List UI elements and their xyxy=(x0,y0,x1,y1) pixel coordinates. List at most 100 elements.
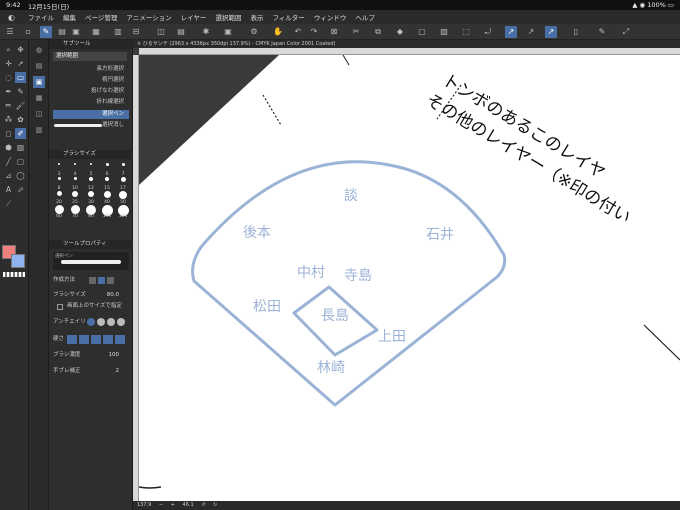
subtool-selection-eraser[interactable]: 選択消し xyxy=(53,121,129,130)
grid-icon[interactable]: ▤ xyxy=(175,26,187,38)
color-wheel-icon[interactable]: ◍ xyxy=(33,44,45,56)
move-tool-icon[interactable]: ✛ xyxy=(3,58,14,69)
menu-help[interactable]: ヘルプ xyxy=(355,12,375,22)
zoom-tool-icon[interactable]: ⌕ xyxy=(3,44,14,55)
canvas-workspace[interactable]: トンボのあるこのレイヤ その他のレイヤー（※印の付い 談 後本 石井 中村 寺島… xyxy=(138,54,680,501)
brush-size-option[interactable]: 20 xyxy=(53,191,65,205)
brush-size-option[interactable]: 30 xyxy=(85,191,97,205)
navigator-icon[interactable]: ◫ xyxy=(33,108,45,120)
brush-size-option[interactable]: 120 xyxy=(117,205,129,219)
brush-tool-icon[interactable]: 🖌 xyxy=(15,100,26,111)
stroke-b-icon[interactable]: ↗ xyxy=(525,26,537,38)
zoom-value[interactable]: 137.9 xyxy=(137,502,151,508)
menu-window[interactable]: ウィンドウ xyxy=(314,12,347,22)
color-slider-icon[interactable]: ▤ xyxy=(33,60,45,72)
menu-layer[interactable]: レイヤー xyxy=(181,12,207,22)
brush-size-option[interactable]: 17 xyxy=(117,177,129,191)
brushsize-row[interactable]: ブラシサイズ 80.0 xyxy=(53,291,131,300)
camera-icon[interactable]: ◫ xyxy=(155,26,167,38)
save-icon[interactable]: ▣ xyxy=(70,26,82,38)
clear-icon[interactable]: ⊠ xyxy=(328,26,340,38)
transparent-color-swatch[interactable] xyxy=(3,272,25,277)
new-icon[interactable]: ▫ xyxy=(22,26,34,38)
antialias-options[interactable] xyxy=(87,318,127,327)
brush-size-option[interactable]: 25 xyxy=(69,191,81,205)
brush-size-option[interactable]: 12 xyxy=(85,177,97,191)
pen-tool-icon[interactable]: ✎ xyxy=(15,86,26,97)
menu-selection[interactable]: 選択範囲 xyxy=(215,12,241,22)
correct-line-tool-icon[interactable]: ⬀ xyxy=(15,184,26,195)
menu-icon[interactable]: ☰ xyxy=(4,26,16,38)
menu-edit[interactable]: 編集 xyxy=(63,12,76,22)
panel-icon[interactable]: ▥ xyxy=(112,26,124,38)
close-icon[interactable]: × xyxy=(137,41,141,47)
eraser-tool-icon[interactable]: ◻ xyxy=(3,128,14,139)
lasso-tool-icon[interactable]: ◌ xyxy=(3,72,14,83)
airbrush-tool-icon[interactable]: ⁂ xyxy=(3,114,14,125)
selection-tool-icon[interactable]: ▭ xyxy=(15,72,26,83)
subtool-panel-icon[interactable]: ▣ xyxy=(33,76,45,88)
angle-value[interactable]: 46.1 xyxy=(183,502,194,508)
expand-icon[interactable]: ⤢ xyxy=(620,26,632,38)
hand-tool-icon[interactable]: ✥ xyxy=(15,44,26,55)
brush-size-option[interactable]: 80 xyxy=(85,205,97,219)
menu-file[interactable]: ファイル xyxy=(28,12,54,22)
edit-icon[interactable]: ✎ xyxy=(596,26,608,38)
zoom-in-icon[interactable]: + xyxy=(171,502,175,508)
brush-size-option[interactable]: 3 xyxy=(53,163,65,177)
subtool-rectangle[interactable]: 長方形選択 xyxy=(53,65,129,74)
copy-icon[interactable]: ⧉ xyxy=(372,26,384,38)
subtool-ellipse[interactable]: 楕円選択 xyxy=(53,76,129,85)
brush-size-option[interactable]: 100 xyxy=(101,205,113,219)
brush-size-option[interactable]: 70 xyxy=(69,205,81,219)
pencil-tool-icon[interactable]: ✏ xyxy=(3,100,14,111)
redo-icon[interactable]: ↷ xyxy=(308,26,320,38)
quick-access-icon[interactable]: ▣ xyxy=(222,26,234,38)
device-icon[interactable]: ▯ xyxy=(570,26,582,38)
layer-panel-icon[interactable]: ▦ xyxy=(33,92,45,104)
mode-option-b[interactable] xyxy=(98,277,105,284)
brush-size-option[interactable]: 15 xyxy=(101,177,113,191)
menu-view[interactable]: 表示 xyxy=(250,12,263,22)
rotate-right-icon[interactable]: ↻ xyxy=(213,502,217,508)
brush-size-option[interactable]: 4 xyxy=(69,163,81,177)
ruler-tool-icon[interactable]: ⊿ xyxy=(3,170,14,181)
select-tool-icon[interactable]: ✎ xyxy=(40,26,52,38)
brush-size-option[interactable]: 6 xyxy=(101,163,113,177)
undo-icon[interactable]: ↶ xyxy=(292,26,304,38)
gradient-tool-icon[interactable]: ▨ xyxy=(15,142,26,153)
light-table-icon[interactable]: ⟋ xyxy=(3,198,14,209)
rotate-icon[interactable]: ⤾ xyxy=(482,26,494,38)
text-tool-icon[interactable]: A xyxy=(3,184,14,195)
invert-icon[interactable]: ▧ xyxy=(438,26,450,38)
toggle-icon[interactable]: ▦ xyxy=(90,26,102,38)
screen-size-row[interactable]: 画面上のサイズで指定 xyxy=(53,302,131,311)
subtool-selection-pen[interactable]: 選択ペン xyxy=(53,110,129,119)
hardness-options[interactable] xyxy=(67,335,125,344)
menu-page[interactable]: ページ管理 xyxy=(85,12,117,22)
brush-size-option[interactable]: 5 xyxy=(85,163,97,177)
operation-tool-icon[interactable]: ➚ xyxy=(15,58,26,69)
subtool-polyline[interactable]: 折れ線選択 xyxy=(53,98,129,107)
mode-option-c[interactable] xyxy=(107,277,114,284)
brush-size-option[interactable]: 8 xyxy=(53,177,65,191)
sub-color-swatch[interactable] xyxy=(11,254,25,268)
star-icon[interactable]: ✱ xyxy=(200,26,212,38)
brush-size-option[interactable]: 7 xyxy=(117,163,129,177)
decoration-tool-icon[interactable]: ✿ xyxy=(15,114,26,125)
transform-icon[interactable]: ⬚ xyxy=(460,26,472,38)
figure-tool-icon[interactable]: ╱ xyxy=(3,156,14,167)
fill-tool-icon[interactable]: ⬢ xyxy=(3,142,14,153)
brush-size-option[interactable]: 60 xyxy=(53,205,65,219)
balloon-tool-icon[interactable]: ◯ xyxy=(15,170,26,181)
subtool-lasso[interactable]: 投げなわ選択 xyxy=(53,87,129,96)
density-value[interactable]: 100 xyxy=(109,351,120,360)
app-logo-icon[interactable]: ◐ xyxy=(8,13,20,22)
zoom-out-icon[interactable]: − xyxy=(159,502,163,508)
eyedropper-tool-icon[interactable]: ✒ xyxy=(3,86,14,97)
density-row[interactable]: ブラシ濃度 100 xyxy=(53,351,131,360)
menu-filter[interactable]: フィルター xyxy=(272,12,304,22)
menu-animation[interactable]: アニメーション xyxy=(126,12,171,22)
hand-icon[interactable]: ✋ xyxy=(272,26,284,38)
settings-icon[interactable]: ⚙ xyxy=(248,26,260,38)
